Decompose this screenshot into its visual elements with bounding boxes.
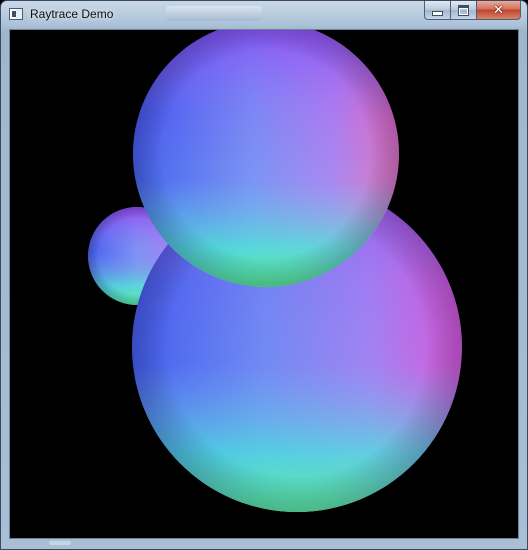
caption-buttons: ✕ <box>424 1 521 21</box>
render-viewport[interactable] <box>9 29 519 539</box>
minimize-icon <box>432 10 443 16</box>
window-title: Raytrace Demo <box>30 7 114 21</box>
maximize-button[interactable] <box>450 1 476 20</box>
title-bar-reflection <box>166 6 262 21</box>
raytrace-scene <box>10 30 518 538</box>
app-window-icon[interactable] <box>9 8 23 20</box>
bottom-border-reflection <box>49 541 71 545</box>
maximize-icon <box>458 4 469 16</box>
app-window: Raytrace Demo ✕ <box>0 0 528 550</box>
minimize-button[interactable] <box>424 1 450 20</box>
title-bar[interactable]: Raytrace Demo ✕ <box>1 1 527 29</box>
top-sphere <box>133 30 399 287</box>
window-bottom-border[interactable] <box>1 538 527 549</box>
close-button[interactable]: ✕ <box>476 1 521 20</box>
close-icon: ✕ <box>493 2 504 18</box>
